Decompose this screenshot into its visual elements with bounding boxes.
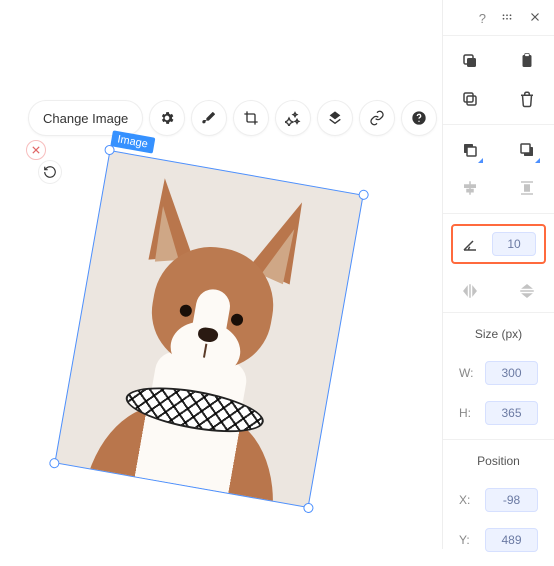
help-button[interactable]: [401, 100, 437, 136]
size-title: Size (px): [459, 327, 538, 341]
y-label: Y:: [459, 533, 479, 547]
inspector-panel: ?: [442, 0, 554, 549]
magic-wand-icon: [285, 110, 301, 126]
align-center-h-button[interactable]: [459, 177, 481, 199]
indicator-icon: [535, 158, 540, 163]
duplicate-icon: [461, 90, 479, 108]
height-label: H:: [459, 406, 479, 420]
gear-icon: [159, 110, 175, 126]
width-label: W:: [459, 366, 479, 380]
link-button[interactable]: [359, 100, 395, 136]
flip-horizontal-icon: [461, 282, 479, 300]
bring-forward-button[interactable]: [459, 139, 481, 161]
rotation-control[interactable]: 10: [451, 224, 546, 264]
resize-handle-br[interactable]: [303, 502, 315, 514]
animate-button[interactable]: [317, 100, 353, 136]
help-circle-icon: [411, 110, 427, 126]
panel-close-button[interactable]: [528, 10, 542, 27]
paste-icon: [518, 52, 536, 70]
send-backward-icon: [518, 141, 536, 159]
width-input[interactable]: 300: [485, 361, 538, 385]
dog-illustration: [83, 182, 330, 502]
resize-handle-bl[interactable]: [49, 457, 61, 469]
change-image-label: Change Image: [43, 111, 128, 126]
panel-help-button[interactable]: ?: [479, 11, 486, 26]
size-group: Size (px) W: 300 H: 365: [443, 312, 554, 439]
flip-horizontal-button[interactable]: [459, 280, 481, 302]
selection-wrapper: Image: [30, 160, 350, 530]
rotation-input[interactable]: 10: [492, 232, 536, 256]
resize-handle-tr[interactable]: [358, 189, 370, 201]
bring-forward-icon: [461, 141, 479, 159]
copy-button[interactable]: [459, 50, 481, 72]
crop-icon: [243, 110, 259, 126]
distribute-button[interactable]: [516, 177, 538, 199]
duplicate-button[interactable]: [459, 88, 481, 110]
delete-button[interactable]: [516, 88, 538, 110]
editor-canvas[interactable]: Change Image Image: [0, 0, 442, 549]
remove-element-button[interactable]: [26, 140, 46, 160]
layers-diamond-icon: [327, 110, 343, 126]
link-icon: [369, 110, 385, 126]
selected-image-box[interactable]: Image: [54, 150, 363, 508]
drag-handle-icon[interactable]: [500, 10, 514, 27]
copy-icon: [461, 52, 479, 70]
image-frame[interactable]: [54, 150, 363, 508]
flip-vertical-button[interactable]: [516, 280, 538, 302]
distribute-icon: [518, 179, 536, 197]
settings-button[interactable]: [149, 100, 185, 136]
clipboard-group: [443, 35, 554, 124]
height-input[interactable]: 365: [485, 401, 538, 425]
context-toolbar: Change Image: [28, 100, 437, 136]
brush-button[interactable]: [191, 100, 227, 136]
close-icon: [528, 10, 542, 24]
brush-icon: [201, 110, 217, 126]
arrange-group: [443, 124, 554, 213]
align-horizontal-center-icon: [461, 179, 479, 197]
change-image-button[interactable]: Change Image: [28, 100, 143, 136]
position-title: Position: [459, 454, 538, 468]
panel-titlebar: ?: [443, 10, 554, 35]
magic-button[interactable]: [275, 100, 311, 136]
flip-vertical-icon: [518, 282, 536, 300]
position-group: Position X: -98 Y: 489: [443, 439, 554, 566]
x-input[interactable]: -98: [485, 488, 538, 512]
y-input[interactable]: 489: [485, 528, 538, 552]
x-label: X:: [459, 493, 479, 507]
send-backward-button[interactable]: [516, 139, 538, 161]
angle-icon: [461, 235, 479, 253]
indicator-icon: [478, 158, 483, 163]
trash-icon: [518, 90, 536, 108]
crop-button[interactable]: [233, 100, 269, 136]
paste-button[interactable]: [516, 50, 538, 72]
rotation-group: 10: [443, 213, 554, 312]
close-icon: [32, 146, 40, 154]
